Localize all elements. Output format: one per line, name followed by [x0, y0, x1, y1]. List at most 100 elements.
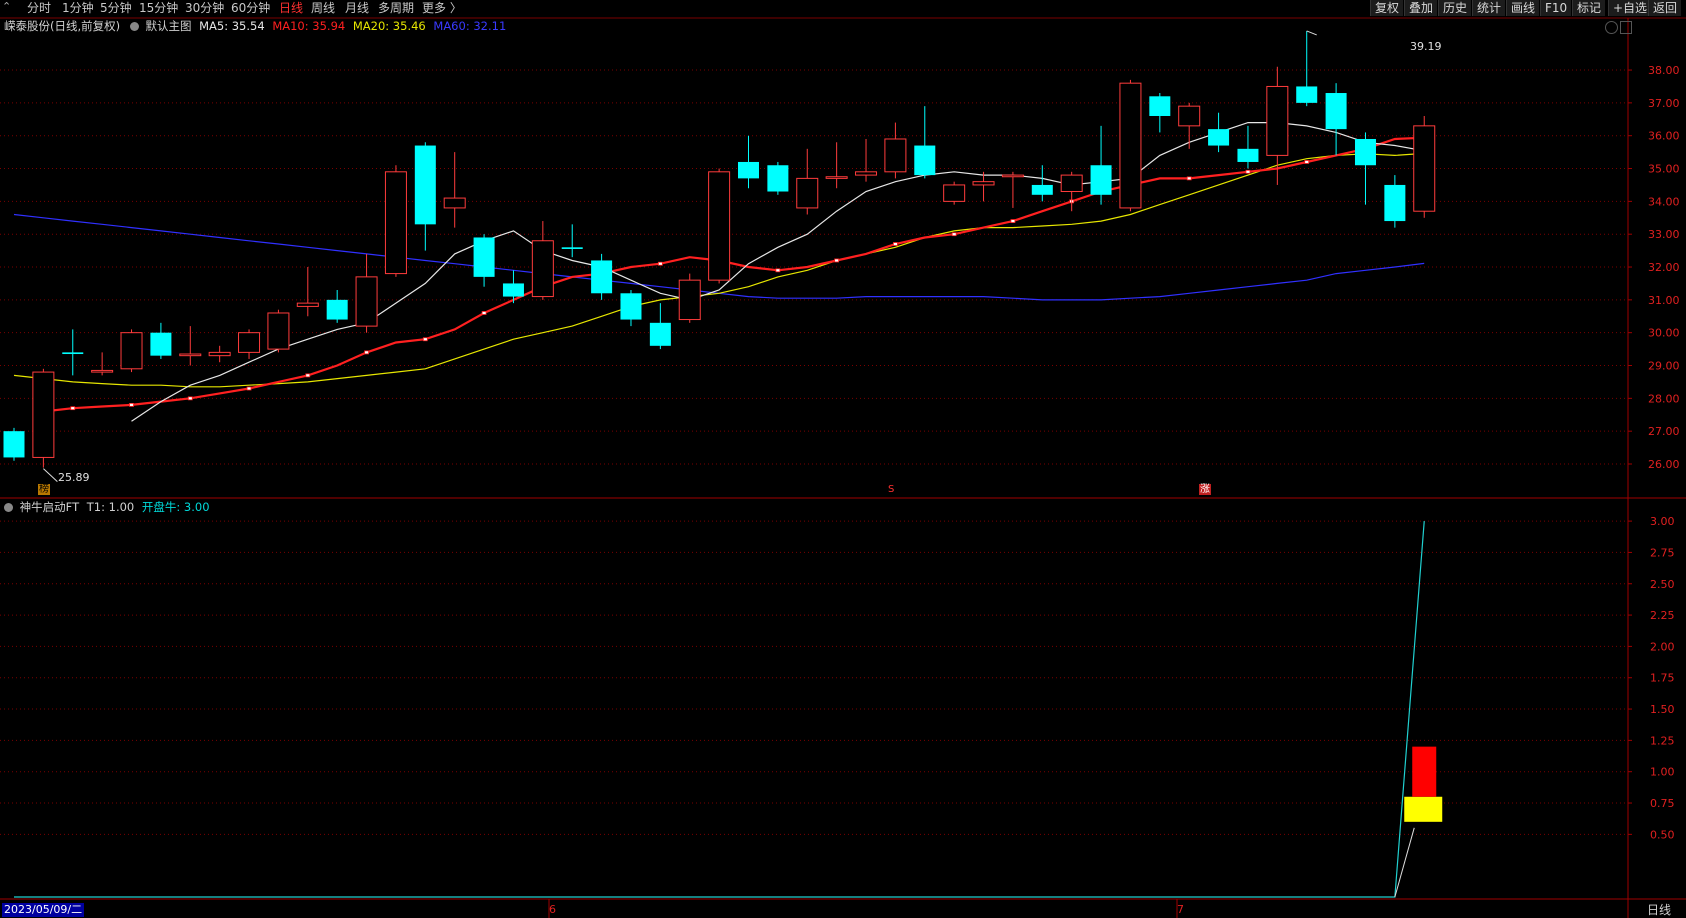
ma10-line: [43, 136, 1425, 413]
candle-body-down: [1354, 138, 1376, 166]
sub-tick-label: 2.00: [1650, 640, 1675, 653]
ma10-marker: [1304, 160, 1310, 164]
restore-window-icon[interactable]: [1605, 21, 1618, 34]
candle-body-down: [1296, 86, 1318, 103]
kline-chart[interactable]: 26.00 27.00 28.00 29.00 30.00 31.00 32.00 33.00…: [0, 0, 1686, 918]
candle-body-down: [1384, 184, 1406, 222]
candle-body-up: [796, 177, 819, 209]
candle-body-up: [1413, 125, 1436, 212]
ma10-marker: [305, 373, 311, 378]
red-signal-bar: [1412, 746, 1437, 797]
high-price-label: 39.19: [1410, 40, 1442, 53]
sub-tick-label: 1.00: [1650, 766, 1675, 779]
candle-body-up: [1060, 174, 1083, 193]
candle-body-down: [62, 352, 84, 355]
candle-body-down: [1237, 148, 1259, 162]
price-tick-label: 31.00: [1648, 294, 1680, 307]
candle-body-down: [591, 260, 613, 294]
ma10-marker: [775, 268, 781, 273]
ma10-marker: [657, 261, 663, 266]
stock-title[interactable]: 嵘泰股份(日线,前复权): [4, 19, 120, 33]
candle-body-up: [267, 312, 290, 350]
rank-badge[interactable]: 榜: [38, 484, 50, 495]
candle-body-down: [150, 332, 172, 356]
price-tick-label: 28.00: [1648, 392, 1680, 405]
candle-body-up: [384, 171, 407, 275]
candle-body-up: [355, 276, 378, 327]
price-tick-label: 34.00: [1648, 195, 1680, 208]
signal-badge[interactable]: S: [888, 484, 894, 495]
ma10-marker: [187, 396, 193, 401]
candle-body-up: [678, 279, 701, 321]
month-mark-7: 7: [1177, 903, 1184, 916]
candle-body-up: [120, 332, 143, 370]
ma10-marker: [129, 403, 134, 407]
ma10-marker: [364, 350, 369, 355]
candle-body-down: [561, 247, 583, 249]
candle-body-up: [825, 176, 848, 179]
date-cursor-label: 2023/05/09/二: [2, 903, 85, 917]
ma10-marker: [893, 242, 898, 246]
candle-body-up: [1001, 174, 1024, 178]
candle-body-down: [1208, 129, 1230, 146]
price-tick-label: 29.00: [1648, 360, 1680, 373]
sub-tick-label: 2.75: [1650, 546, 1675, 559]
candle-body-down: [1031, 184, 1053, 195]
sub-tick-label: 3.00: [1650, 515, 1675, 528]
maximize-window-icon[interactable]: [1620, 21, 1632, 34]
candle-body-down: [3, 431, 25, 458]
ma10-marker: [70, 406, 76, 411]
ma60-value: MA60: 32.11: [433, 19, 507, 33]
candle-body-up: [443, 197, 466, 209]
indicator-dot-icon: [4, 503, 13, 512]
kaipan-value: 开盘牛: 3.00: [141, 500, 210, 514]
candle-body-down: [914, 145, 936, 176]
candle-body-up: [208, 351, 231, 357]
price-tick-label: 35.00: [1648, 163, 1680, 176]
candle-body-up: [855, 171, 878, 176]
candle-body-down: [738, 161, 759, 179]
sub-tick-label: 0.50: [1650, 828, 1675, 841]
ma10-value: MA10: 35.94: [272, 19, 346, 33]
limit-up-badge[interactable]: 涨: [1199, 484, 1211, 495]
price-tick-label: 37.00: [1648, 97, 1680, 110]
period-indicator: 日线: [1647, 903, 1672, 917]
low-price-label: 25.89: [58, 471, 90, 484]
high-pointer: [1306, 30, 1317, 36]
candle-body-up: [531, 240, 554, 298]
candle-body-up: [296, 302, 319, 307]
candle-body-down: [1325, 93, 1347, 130]
candle-body-down: [767, 165, 789, 192]
sub-tick-label: 1.75: [1650, 672, 1675, 685]
price-tick-label: 27.00: [1648, 425, 1680, 438]
sub-tick-label: 2.25: [1650, 609, 1675, 622]
ma10-marker: [1186, 176, 1192, 181]
candle-body-up: [943, 184, 966, 202]
ma10-marker: [422, 337, 428, 342]
ma10-marker: [1010, 219, 1016, 223]
candle-body-up: [238, 332, 261, 353]
candle-body-up: [32, 371, 55, 458]
candle-body-up: [179, 353, 202, 357]
candle-body-up: [1178, 105, 1201, 127]
month-mark-6: 6: [549, 903, 556, 916]
sub-tick-label: 2.50: [1650, 578, 1675, 591]
price-tick-label: 38.00: [1648, 64, 1680, 77]
price-tick-label: 26.00: [1648, 458, 1680, 471]
indicator-name[interactable]: 神牛启动FT: [20, 500, 79, 514]
ma20-value: MA20: 35.46: [352, 19, 426, 33]
candle-body-down: [649, 322, 671, 346]
template-name[interactable]: 默认主图: [145, 19, 191, 33]
t1-value: T1: 1.00: [86, 500, 135, 514]
candle-body-down: [473, 237, 495, 277]
candle-body-down: [1149, 96, 1171, 117]
candle-body-up: [91, 369, 114, 373]
main-info-bar: 嵘泰股份(日线,前复权) 默认主图 MA5: 35.54 MA10: 35.94…: [4, 19, 506, 33]
price-tick-label: 33.00: [1648, 228, 1680, 241]
low-pointer: [43, 468, 58, 482]
ma10-marker: [246, 386, 252, 391]
sub-tick-label: 0.75: [1650, 797, 1675, 810]
candle-body-down: [620, 293, 642, 320]
ma10-marker: [1245, 169, 1251, 174]
ma10-marker: [951, 232, 957, 237]
